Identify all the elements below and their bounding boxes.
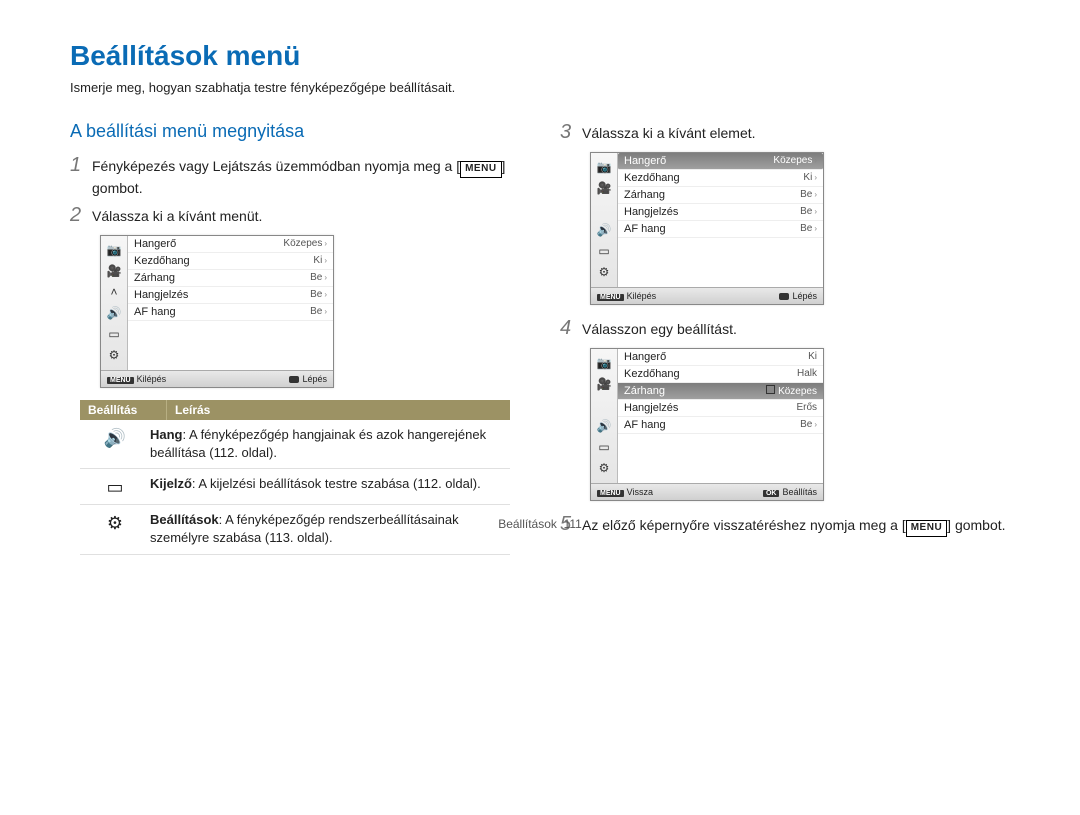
camera-menu-row-value: Közepes› bbox=[773, 155, 817, 167]
step-2-text: Válassza ki a kívánt menüt. bbox=[92, 204, 262, 226]
page-title: Beállítások menü bbox=[70, 40, 1010, 72]
camera-menu-row-label: Hangjelzés bbox=[134, 289, 188, 301]
camera-icon: 📷 bbox=[595, 356, 613, 371]
camera-menu-row-value: Közepes› bbox=[283, 238, 327, 250]
play-icon: 🎥 bbox=[105, 264, 123, 279]
camera-menu-row-value: Be› bbox=[800, 206, 817, 218]
camera-menu-c-sidebar: 📷 🎥 🔊 ▭ ⚙ bbox=[591, 349, 618, 483]
camera-menu-row-label: Kezdőhang bbox=[134, 255, 190, 267]
camera-menu-row-label: AF hang bbox=[624, 419, 666, 431]
step-number-2: 2 bbox=[70, 204, 92, 227]
camera-menu-c: 📷 🎥 🔊 ▭ ⚙ Hangerő Ki Kezdőhang Halk Zárhang K… bbox=[590, 348, 824, 501]
section-heading: A beállítási menü megnyitása bbox=[70, 121, 520, 142]
settings-table: Beállítás Leírás 🔊Hang: A fényképezőgép … bbox=[80, 400, 510, 555]
camera-menu-row: Kezdőhang Ki› bbox=[618, 170, 823, 187]
camera-menu-b-sidebar: 📷 🎥 🔊 ▭ ⚙ bbox=[591, 153, 618, 287]
sound-icon: 🔊 bbox=[595, 419, 613, 434]
camera-menu-row-value: Halk bbox=[797, 368, 817, 380]
camera-menu-row: Hangjelzés Erős bbox=[618, 400, 823, 417]
camera-menu-row-label: Hangjelzés bbox=[624, 206, 678, 218]
camera-menu-row-value: Erős bbox=[796, 402, 817, 414]
camera-menu-row: Kezdőhang Ki› bbox=[128, 253, 333, 270]
camera-icon: 📷 bbox=[105, 243, 123, 258]
camera-menu-row: Zárhang Közepes bbox=[618, 383, 823, 400]
step-3-text: Válassza ki a kívánt elemet. bbox=[582, 121, 756, 143]
camera-menu-row-label: AF hang bbox=[624, 223, 666, 235]
camera-menu-row: Hangerő Közepes› bbox=[618, 153, 823, 170]
blank-icon bbox=[595, 398, 613, 413]
camera-menu-b: 📷 🎥 🔊 ▭ ⚙ Hangerő Közepes› Kezdőhang Ki› Zár… bbox=[590, 152, 824, 305]
camera-menu-row-label: Zárhang bbox=[624, 385, 665, 397]
camera-menu-row-value: Be› bbox=[310, 272, 327, 284]
camera-menu-row-label: Kezdőhang bbox=[624, 368, 680, 380]
camera-menu-row-value: Ki› bbox=[313, 255, 327, 267]
camera-menu-row-label: AF hang bbox=[134, 306, 176, 318]
table-header-setting: Beállítás bbox=[80, 400, 167, 420]
table-row-desc: Kijelző: A kijelzési beállítások testre … bbox=[150, 475, 510, 498]
camera-menu-row-label: Hangerő bbox=[624, 155, 666, 167]
camera-menu-row-label: Hangerő bbox=[624, 351, 666, 363]
camera-menu-row: Hangjelzés Be› bbox=[618, 204, 823, 221]
camera-menu-row-label: Zárhang bbox=[624, 189, 665, 201]
camera-menu-a-enter: Lépés bbox=[289, 374, 327, 384]
display-icon: ▭ bbox=[105, 327, 123, 342]
step-4-text: Válasszon egy beállítást. bbox=[582, 317, 737, 339]
camera-menu-b-exit: MENUKilépés bbox=[597, 291, 656, 301]
step-number-1: 1 bbox=[70, 154, 92, 177]
camera-menu-row: AF hang Be› bbox=[618, 417, 823, 434]
camera-menu-row-value: Ki bbox=[808, 351, 817, 363]
blank-icon bbox=[595, 202, 613, 217]
sound-icon: 🔊 bbox=[595, 223, 613, 238]
table-header-description: Leírás bbox=[167, 400, 510, 420]
camera-menu-row: Zárhang Be› bbox=[618, 187, 823, 204]
camera-menu-row-label: Zárhang bbox=[134, 272, 175, 284]
camera-menu-b-enter: Lépés bbox=[779, 291, 817, 301]
table-row-icon: ▭ bbox=[80, 475, 150, 498]
table-row: 🔊Hang: A fényképezőgép hangjainak és azo… bbox=[80, 420, 510, 469]
camera-menu-row-label: Kezdőhang bbox=[624, 172, 680, 184]
camera-menu-row-label: Hangerő bbox=[134, 238, 176, 250]
step-number-4: 4 bbox=[560, 317, 582, 340]
camera-menu-c-set: OKBeállítás bbox=[763, 487, 817, 497]
camera-menu-row-value: Be› bbox=[310, 289, 327, 301]
camera-icon: 📷 bbox=[595, 160, 613, 175]
camera-menu-row: Hangerő Ki bbox=[618, 349, 823, 366]
play-icon: 🎥 bbox=[595, 181, 613, 196]
camera-menu-c-back: MENUVissza bbox=[597, 487, 653, 497]
camera-menu-row-value: Be› bbox=[800, 223, 817, 235]
sound-icon: 🔊 bbox=[105, 306, 123, 321]
camera-menu-row: AF hang Be› bbox=[618, 221, 823, 238]
gear-icon: ⚙ bbox=[105, 348, 123, 363]
camera-menu-row-label: Hangjelzés bbox=[624, 402, 678, 414]
table-row-icon: 🔊 bbox=[80, 426, 150, 462]
camera-menu-row: Kezdőhang Halk bbox=[618, 366, 823, 383]
display-icon: ▭ bbox=[595, 244, 613, 259]
camera-menu-a-sidebar: 📷 🎥 ˄ 🔊 ▭ ⚙ bbox=[101, 236, 128, 370]
step-number-3: 3 bbox=[560, 121, 582, 144]
camera-menu-a-exit: MENUKilépés bbox=[107, 374, 166, 384]
subtitle: Ismerje meg, hogyan szabhatja testre fén… bbox=[70, 80, 1010, 95]
camera-menu-row-value: Közepes bbox=[766, 385, 817, 397]
camera-menu-row: Hangerő Közepes› bbox=[128, 236, 333, 253]
display-icon: ▭ bbox=[595, 440, 613, 455]
camera-menu-a: 📷 🎥 ˄ 🔊 ▭ ⚙ Hangerő Közepes› Kezdőhang Ki› Z… bbox=[100, 235, 334, 388]
camera-menu-row-value: Ki› bbox=[803, 172, 817, 184]
menu-button-label: MENU bbox=[460, 161, 501, 178]
table-row-desc: Hang: A fényképezőgép hangjainak és azok… bbox=[150, 426, 510, 462]
gear-icon: ⚙ bbox=[595, 461, 613, 476]
gear-icon: ⚙ bbox=[595, 265, 613, 280]
camera-menu-row: AF hang Be› bbox=[128, 304, 333, 321]
camera-menu-row-value: Be› bbox=[800, 189, 817, 201]
camera-menu-row: Hangjelzés Be› bbox=[128, 287, 333, 304]
play-icon: 🎥 bbox=[595, 377, 613, 392]
page-footer: Beállítások 111 bbox=[0, 517, 1080, 531]
table-row: ▭Kijelző: A kijelzési beállítások testre… bbox=[80, 469, 510, 505]
up-arrow-icon: ˄ bbox=[105, 285, 123, 300]
step-1-text: Fényképezés vagy Lejátszás üzemmódban ny… bbox=[92, 154, 520, 198]
camera-menu-row-value: Be› bbox=[800, 419, 817, 431]
camera-menu-row-value: Be› bbox=[310, 306, 327, 318]
camera-menu-row: Zárhang Be› bbox=[128, 270, 333, 287]
